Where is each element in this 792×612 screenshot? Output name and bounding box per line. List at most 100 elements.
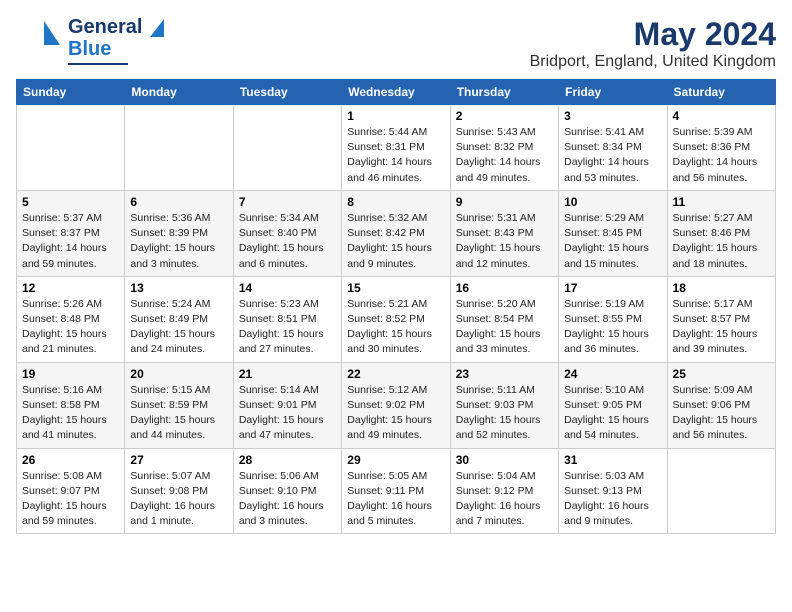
day-number: 7	[239, 195, 336, 209]
day-number: 18	[673, 281, 770, 295]
day-number: 9	[456, 195, 553, 209]
day-info: Sunrise: 5:07 AMSunset: 9:08 PMDaylight:…	[130, 469, 227, 530]
day-number: 5	[22, 195, 119, 209]
day-info: Sunrise: 5:11 AMSunset: 9:03 PMDaylight:…	[456, 383, 553, 444]
day-info: Sunrise: 5:31 AMSunset: 8:43 PMDaylight:…	[456, 211, 553, 272]
day-info: Sunrise: 5:21 AMSunset: 8:52 PMDaylight:…	[347, 297, 444, 358]
day-info: Sunrise: 5:26 AMSunset: 8:48 PMDaylight:…	[22, 297, 119, 358]
calendar-cell: 19 Sunrise: 5:16 AMSunset: 8:58 PMDayligh…	[17, 362, 125, 448]
calendar-cell: 29 Sunrise: 5:05 AMSunset: 9:11 PMDayligh…	[342, 448, 450, 534]
day-info: Sunrise: 5:27 AMSunset: 8:46 PMDaylight:…	[673, 211, 770, 272]
calendar-cell	[233, 105, 341, 191]
day-info: Sunrise: 5:41 AMSunset: 8:34 PMDaylight:…	[564, 125, 661, 186]
col-header-saturday: Saturday	[667, 80, 775, 105]
logo-general: General	[68, 16, 142, 38]
day-info: Sunrise: 5:44 AMSunset: 8:31 PMDaylight:…	[347, 125, 444, 186]
day-number: 8	[347, 195, 444, 209]
calendar-week-2: 12Sunrise: 5:26 AMSunset: 8:48 PMDayligh…	[17, 276, 776, 362]
day-info: Sunrise: 5:04 AMSunset: 9:12 PMDaylight:…	[456, 469, 553, 530]
col-header-thursday: Thursday	[450, 80, 558, 105]
col-header-sunday: Sunday	[17, 80, 125, 105]
calendar-cell: 8 Sunrise: 5:32 AMSunset: 8:42 PMDaylight…	[342, 190, 450, 276]
logo-icon	[16, 17, 64, 65]
calendar-cell: 27 Sunrise: 5:07 AMSunset: 9:08 PMDayligh…	[125, 448, 233, 534]
calendar-cell: 23Sunrise: 5:11 AMSunset: 9:03 PMDayligh…	[450, 362, 558, 448]
calendar-cell: 3 Sunrise: 5:41 AMSunset: 8:34 PMDaylight…	[559, 105, 667, 191]
day-info: Sunrise: 5:24 AMSunset: 8:49 PMDaylight:…	[130, 297, 227, 358]
day-info: Sunrise: 5:32 AMSunset: 8:42 PMDaylight:…	[347, 211, 444, 272]
calendar-cell: 15 Sunrise: 5:21 AMSunset: 8:52 PMDayligh…	[342, 276, 450, 362]
calendar-cell: 31 Sunrise: 5:03 AMSunset: 9:13 PMDayligh…	[559, 448, 667, 534]
day-info: Sunrise: 5:34 AMSunset: 8:40 PMDaylight:…	[239, 211, 336, 272]
calendar-cell: 11 Sunrise: 5:27 AMSunset: 8:46 PMDayligh…	[667, 190, 775, 276]
day-number: 31	[564, 453, 661, 467]
day-number: 28	[239, 453, 336, 467]
calendar-cell: 17 Sunrise: 5:19 AMSunset: 8:55 PMDayligh…	[559, 276, 667, 362]
calendar-cell: 18 Sunrise: 5:17 AMSunset: 8:57 PMDayligh…	[667, 276, 775, 362]
day-info: Sunrise: 5:03 AMSunset: 9:13 PMDaylight:…	[564, 469, 661, 530]
logo-underline	[68, 63, 128, 65]
calendar-week-3: 19 Sunrise: 5:16 AMSunset: 8:58 PMDayligh…	[17, 362, 776, 448]
calendar-cell: 4 Sunrise: 5:39 AMSunset: 8:36 PMDaylight…	[667, 105, 775, 191]
day-info: Sunrise: 5:23 AMSunset: 8:51 PMDaylight:…	[239, 297, 336, 358]
calendar-cell: 22 Sunrise: 5:12 AMSunset: 9:02 PMDayligh…	[342, 362, 450, 448]
calendar-cell: 10Sunrise: 5:29 AMSunset: 8:45 PMDayligh…	[559, 190, 667, 276]
calendar-cell: 2 Sunrise: 5:43 AMSunset: 8:32 PMDaylight…	[450, 105, 558, 191]
day-info: Sunrise: 5:43 AMSunset: 8:32 PMDaylight:…	[456, 125, 553, 186]
logo-triangle-icon	[150, 19, 164, 37]
day-info: Sunrise: 5:19 AMSunset: 8:55 PMDaylight:…	[564, 297, 661, 358]
calendar-cell: 14 Sunrise: 5:23 AMSunset: 8:51 PMDayligh…	[233, 276, 341, 362]
day-info: Sunrise: 5:39 AMSunset: 8:36 PMDaylight:…	[673, 125, 770, 186]
calendar-cell	[667, 448, 775, 534]
day-info: Sunrise: 5:37 AMSunset: 8:37 PMDaylight:…	[22, 211, 119, 272]
calendar-cell: 25 Sunrise: 5:09 AMSunset: 9:06 PMDayligh…	[667, 362, 775, 448]
calendar-cell: 28Sunrise: 5:06 AMSunset: 9:10 PMDayligh…	[233, 448, 341, 534]
day-info: Sunrise: 5:16 AMSunset: 8:58 PMDaylight:…	[22, 383, 119, 444]
day-number: 19	[22, 367, 119, 381]
calendar-week-1: 5 Sunrise: 5:37 AMSunset: 8:37 PMDaylight…	[17, 190, 776, 276]
calendar-header-row: SundayMondayTuesdayWednesdayThursdayFrid…	[17, 80, 776, 105]
calendar-cell: 30 Sunrise: 5:04 AMSunset: 9:12 PMDayligh…	[450, 448, 558, 534]
day-info: Sunrise: 5:17 AMSunset: 8:57 PMDaylight:…	[673, 297, 770, 358]
day-number: 14	[239, 281, 336, 295]
day-number: 2	[456, 109, 553, 123]
day-number: 17	[564, 281, 661, 295]
calendar-cell: 6 Sunrise: 5:36 AMSunset: 8:39 PMDaylight…	[125, 190, 233, 276]
logo-text-block: General Blue	[68, 16, 164, 65]
calendar-cell: 24Sunrise: 5:10 AMSunset: 9:05 PMDayligh…	[559, 362, 667, 448]
day-number: 27	[130, 453, 227, 467]
day-number: 13	[130, 281, 227, 295]
col-header-tuesday: Tuesday	[233, 80, 341, 105]
page-title: May 2024	[530, 16, 776, 53]
day-number: 15	[347, 281, 444, 295]
day-number: 3	[564, 109, 661, 123]
day-number: 29	[347, 453, 444, 467]
calendar-cell: 7 Sunrise: 5:34 AMSunset: 8:40 PMDaylight…	[233, 190, 341, 276]
day-number: 10	[564, 195, 661, 209]
day-number: 11	[673, 195, 770, 209]
day-number: 1	[347, 109, 444, 123]
day-info: Sunrise: 5:05 AMSunset: 9:11 PMDaylight:…	[347, 469, 444, 530]
day-info: Sunrise: 5:08 AMSunset: 9:07 PMDaylight:…	[22, 469, 119, 530]
day-number: 25	[673, 367, 770, 381]
page-subtitle: Bridport, England, United Kingdom	[530, 53, 776, 71]
calendar-cell: 16Sunrise: 5:20 AMSunset: 8:54 PMDayligh…	[450, 276, 558, 362]
logo: General Blue	[16, 16, 164, 65]
day-number: 6	[130, 195, 227, 209]
day-number: 20	[130, 367, 227, 381]
day-info: Sunrise: 5:12 AMSunset: 9:02 PMDaylight:…	[347, 383, 444, 444]
calendar-table: SundayMondayTuesdayWednesdayThursdayFrid…	[16, 79, 776, 534]
day-number: 30	[456, 453, 553, 467]
calendar-cell: 5 Sunrise: 5:37 AMSunset: 8:37 PMDaylight…	[17, 190, 125, 276]
day-info: Sunrise: 5:09 AMSunset: 9:06 PMDaylight:…	[673, 383, 770, 444]
calendar-cell: 1 Sunrise: 5:44 AMSunset: 8:31 PMDaylight…	[342, 105, 450, 191]
col-header-wednesday: Wednesday	[342, 80, 450, 105]
day-number: 22	[347, 367, 444, 381]
calendar-cell: 12Sunrise: 5:26 AMSunset: 8:48 PMDayligh…	[17, 276, 125, 362]
col-header-monday: Monday	[125, 80, 233, 105]
col-header-friday: Friday	[559, 80, 667, 105]
day-number: 16	[456, 281, 553, 295]
day-number: 4	[673, 109, 770, 123]
calendar-week-4: 26Sunrise: 5:08 AMSunset: 9:07 PMDayligh…	[17, 448, 776, 534]
day-info: Sunrise: 5:36 AMSunset: 8:39 PMDaylight:…	[130, 211, 227, 272]
